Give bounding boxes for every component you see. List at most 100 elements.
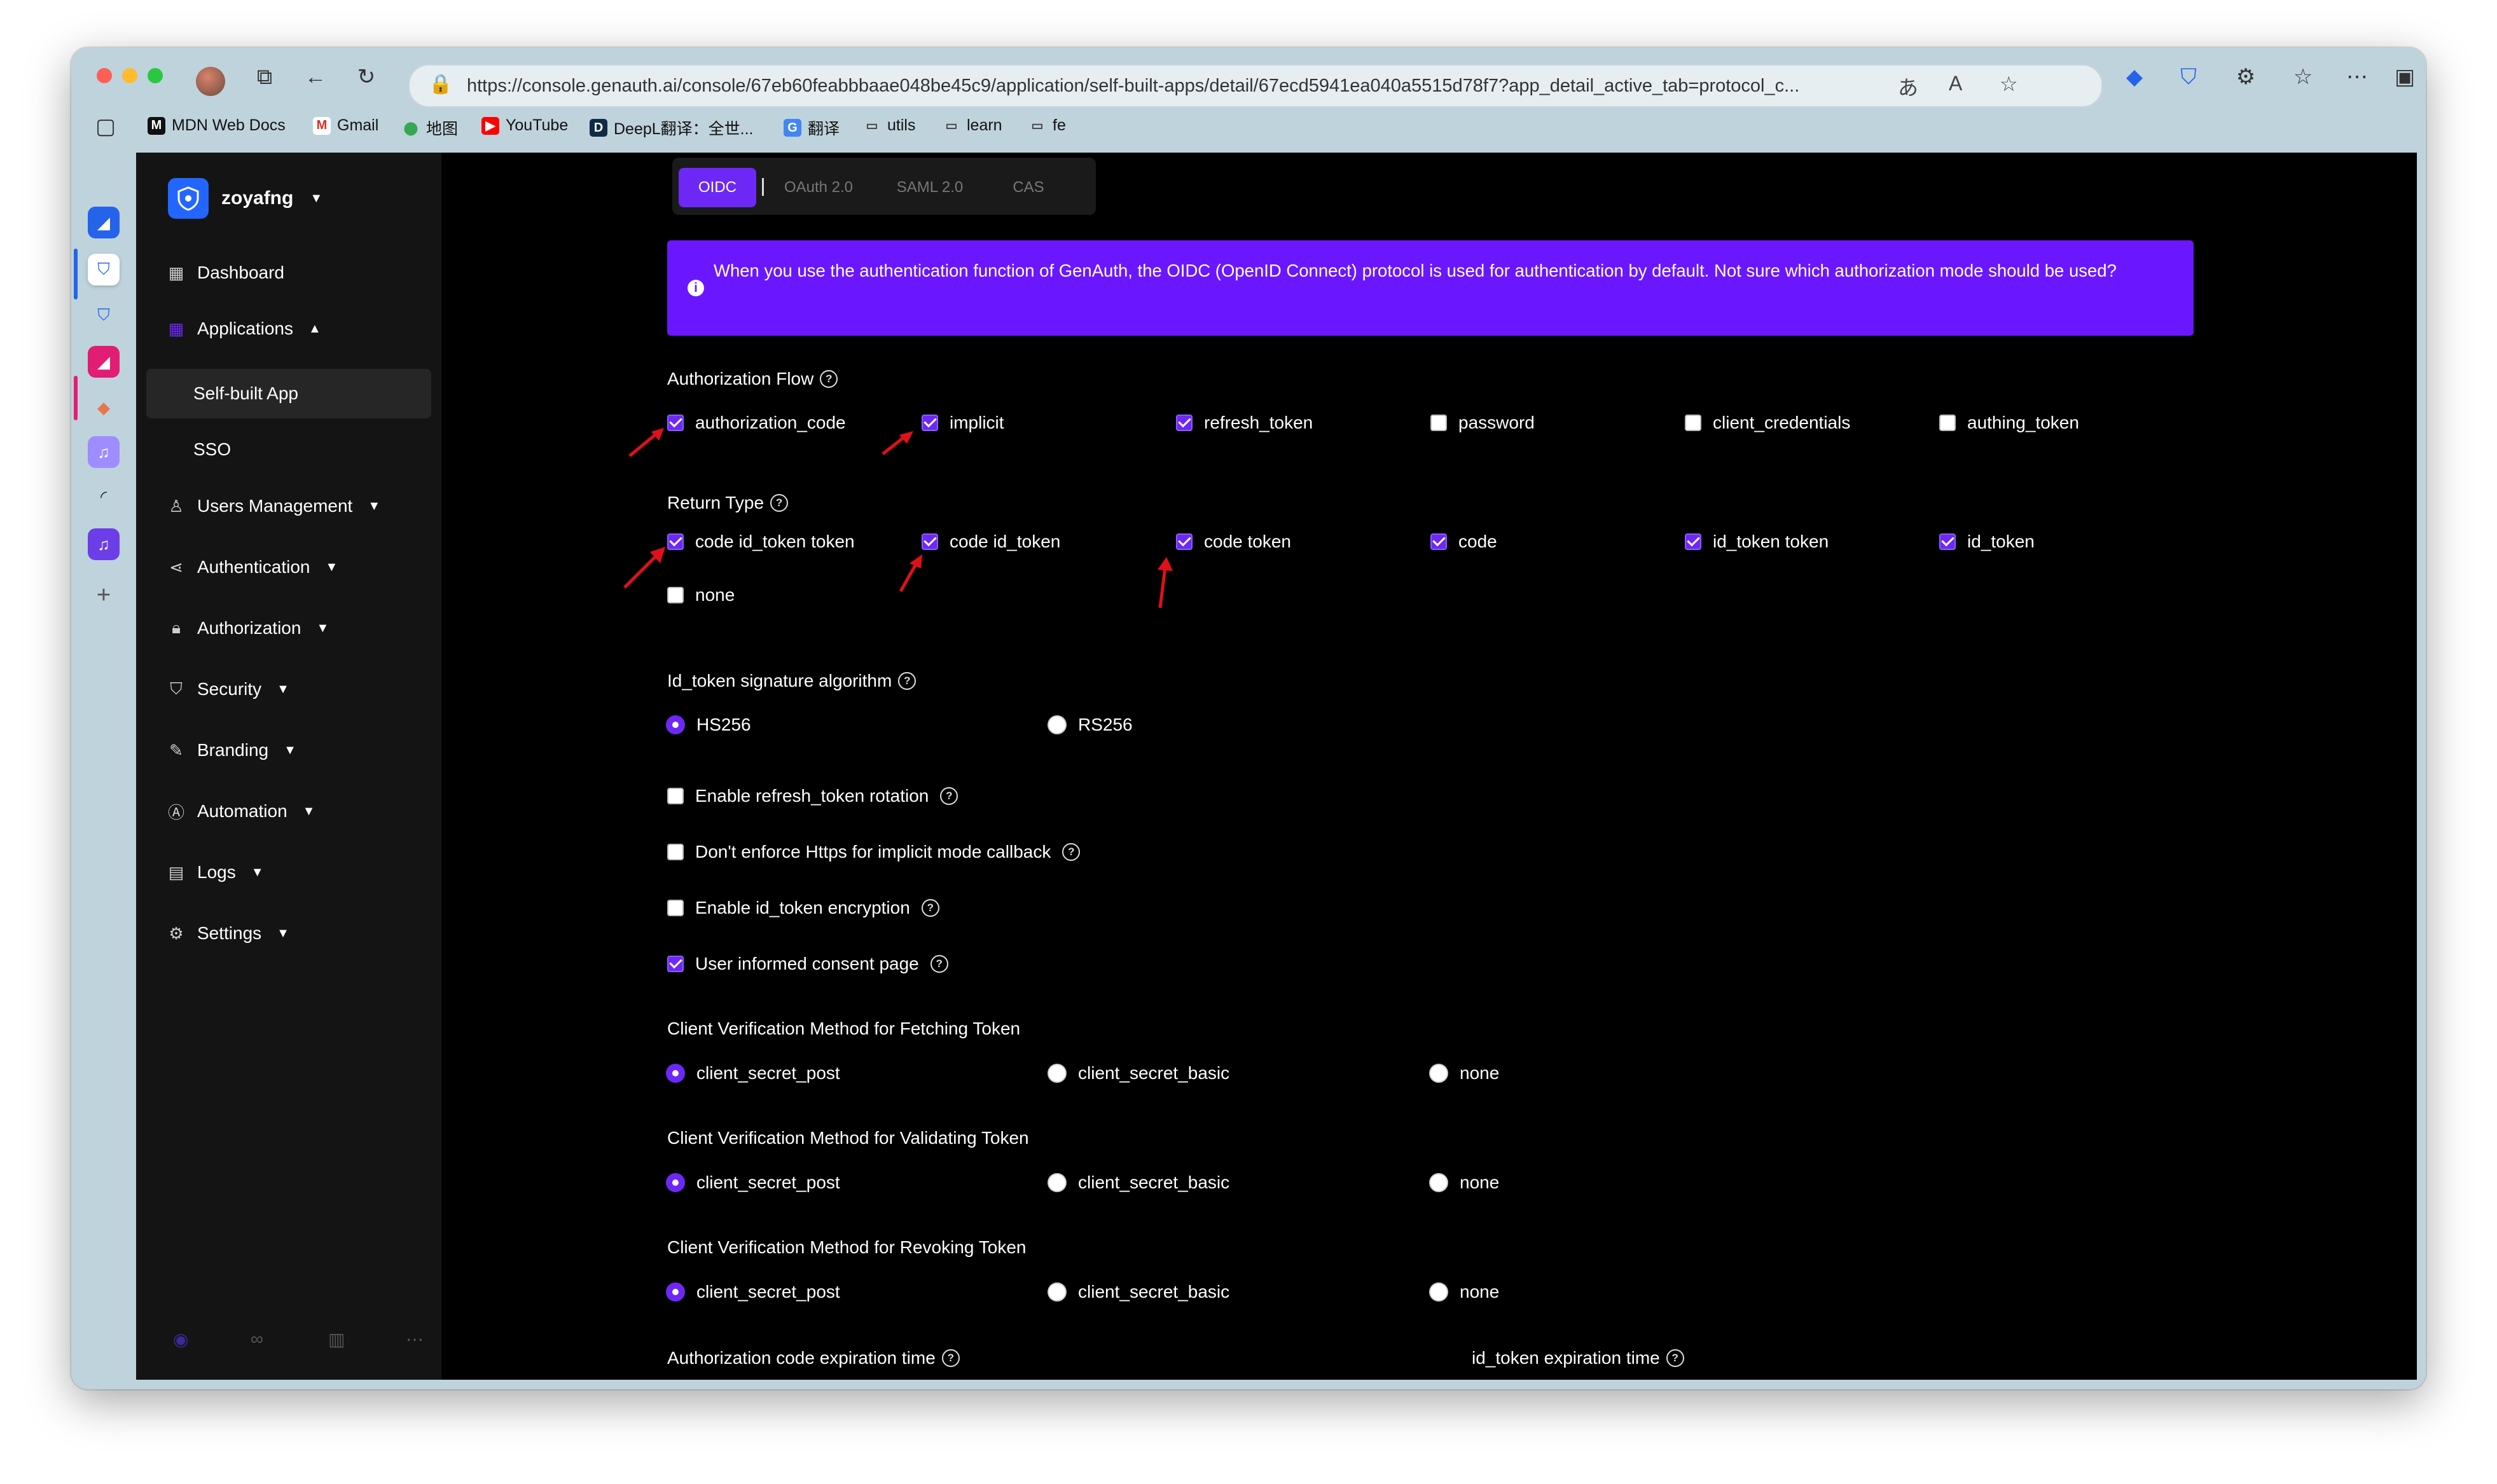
- consent-page-checkbox[interactable]: User informed consent page?: [667, 954, 948, 974]
- translate-icon[interactable]: あ: [1898, 72, 1918, 101]
- nav-logs[interactable]: ▤ Logs ▼: [167, 862, 264, 883]
- refresh-token-rotation-checkbox[interactable]: Enable refresh_token rotation?: [667, 786, 958, 806]
- profile-avatar[interactable]: [196, 67, 225, 96]
- revoke-none[interactable]: none: [1429, 1282, 1499, 1302]
- nav-authorization[interactable]: 🔒︎ Authorization ▼: [167, 618, 329, 638]
- back-icon[interactable]: ←: [300, 62, 331, 92]
- checkbox[interactable]: [1939, 415, 1956, 431]
- nav-branding[interactable]: ✎ Branding ▼: [167, 740, 296, 760]
- bookmark-deepl[interactable]: D DeepL翻译：全世...: [590, 116, 754, 139]
- help-icon[interactable]: ?: [930, 955, 948, 973]
- new-tab-plus-icon[interactable]: +: [88, 579, 120, 611]
- bookmark-translate[interactable]: G 翻译: [784, 116, 840, 139]
- checkbox[interactable]: [667, 844, 684, 860]
- radio[interactable]: [1048, 1173, 1067, 1192]
- fetch-client-secret-basic[interactable]: client_secret_basic: [1048, 1063, 1229, 1083]
- return-code-token[interactable]: code token: [1176, 532, 1291, 552]
- fetch-none[interactable]: none: [1429, 1063, 1499, 1083]
- tab-saml2[interactable]: SAML 2.0: [876, 168, 984, 207]
- nav-dashboard[interactable]: ▦ Dashboard: [167, 263, 284, 283]
- help-icon[interactable]: ?: [770, 494, 789, 512]
- checkbox[interactable]: [1430, 533, 1447, 550]
- help-icon[interactable]: ?: [921, 899, 939, 917]
- nav-sso[interactable]: SSO: [146, 425, 431, 474]
- tab-oidc[interactable]: OIDC: [679, 168, 756, 207]
- validate-none[interactable]: none: [1429, 1172, 1499, 1193]
- id-token-encryption-checkbox[interactable]: Enable id_token encryption?: [667, 898, 939, 918]
- help-icon[interactable]: ?: [820, 370, 838, 388]
- return-id-token[interactable]: id_token: [1939, 532, 2035, 552]
- radio[interactable]: [666, 715, 685, 734]
- flow-refresh-token[interactable]: refresh_token: [1176, 413, 1313, 433]
- radio[interactable]: [1048, 715, 1067, 734]
- extensions-puzzle-icon[interactable]: ⚙: [2231, 62, 2261, 92]
- radio[interactable]: [1429, 1064, 1448, 1083]
- help-icon[interactable]: ?: [940, 787, 958, 805]
- reload-icon[interactable]: ↻: [351, 62, 382, 92]
- help-icon[interactable]: ?: [941, 1349, 960, 1367]
- favorites-icon[interactable]: ☆: [2288, 62, 2318, 92]
- nav-applications[interactable]: ▦ Applications ▲: [167, 319, 321, 339]
- sidebar-toggle-icon[interactable]: ▣: [2390, 62, 2420, 92]
- loading-icon[interactable]: ◜: [88, 481, 120, 512]
- vertical-tab-genauth-active[interactable]: ⛉: [88, 254, 120, 285]
- address-bar[interactable]: 🔒 https://console.genauth.ai/console/67e…: [408, 64, 2103, 107]
- help-icon[interactable]: ?: [898, 672, 916, 690]
- minimize-window-button[interactable]: [122, 68, 137, 83]
- checkbox[interactable]: [1176, 415, 1193, 431]
- checkbox[interactable]: [1176, 533, 1193, 550]
- checkbox[interactable]: [1430, 415, 1447, 431]
- flow-client-credentials[interactable]: client_credentials: [1685, 413, 1850, 433]
- bookmark-folder-fe[interactable]: ▭ fe: [1028, 116, 1066, 135]
- checkbox[interactable]: [1939, 533, 1956, 550]
- tabs-icon[interactable]: ⧉: [249, 62, 280, 92]
- fetch-client-secret-post[interactable]: client_secret_post: [666, 1063, 840, 1083]
- radio[interactable]: [666, 1173, 685, 1192]
- return-code-id-token[interactable]: code id_token: [922, 532, 1060, 552]
- radio[interactable]: [1429, 1282, 1448, 1302]
- implicit-https-checkbox[interactable]: Don't enforce Https for implicit mode ca…: [667, 842, 1081, 862]
- vertical-tab-1[interactable]: ◢: [88, 207, 120, 238]
- maximize-window-button[interactable]: [148, 68, 163, 83]
- org-switcher[interactable]: zoyafng ▼: [168, 178, 322, 219]
- more-icon[interactable]: ⋯: [406, 1329, 424, 1350]
- revoke-client-secret-basic[interactable]: client_secret_basic: [1048, 1282, 1229, 1302]
- checkbox[interactable]: [1685, 415, 1701, 431]
- bookmark-mdn[interactable]: M MDN Web Docs: [148, 116, 286, 135]
- flow-authorization-code[interactable]: authorization_code: [667, 413, 846, 433]
- help-icon[interactable]: ?: [1666, 1349, 1684, 1367]
- bookmark-youtube[interactable]: ▶ YouTube: [481, 116, 568, 135]
- tab-oauth2[interactable]: OAuth 2.0: [771, 168, 866, 207]
- flow-password[interactable]: password: [1430, 413, 1535, 433]
- music-icon[interactable]: ♫: [88, 436, 120, 468]
- return-code-id-token-token[interactable]: code id_token token: [667, 532, 855, 552]
- return-id-token-token[interactable]: id_token token: [1685, 532, 1829, 552]
- radio[interactable]: [666, 1282, 685, 1302]
- vertical-tab-genauth[interactable]: ⛉: [88, 299, 120, 331]
- nav-automation[interactable]: Ⓐ Automation ▼: [167, 801, 315, 822]
- checkbox[interactable]: [922, 533, 938, 550]
- music-app-icon[interactable]: ♫: [88, 528, 120, 560]
- signature-rs256[interactable]: RS256: [1048, 715, 1133, 735]
- genauth-extension-icon[interactable]: ⛉: [2173, 62, 2204, 92]
- bookmark-maps[interactable]: ⬤ 地图: [402, 116, 458, 139]
- radio[interactable]: [1048, 1064, 1067, 1083]
- checkbox[interactable]: [1685, 533, 1701, 550]
- bookmark-folder-utils[interactable]: ▭ utils: [863, 116, 916, 135]
- bookmark-gmail[interactable]: M Gmail: [313, 116, 378, 135]
- validate-client-secret-post[interactable]: client_secret_post: [666, 1172, 840, 1193]
- gitlab-icon[interactable]: ◆: [88, 392, 120, 423]
- validate-client-secret-basic[interactable]: client_secret_basic: [1048, 1172, 1229, 1193]
- radio[interactable]: [666, 1064, 685, 1083]
- nav-settings[interactable]: ⚙ Settings ▼: [167, 923, 289, 944]
- checkbox[interactable]: [922, 415, 938, 431]
- nav-security[interactable]: ⛉ Security ▼: [167, 679, 289, 699]
- panel-icon[interactable]: ▥: [328, 1329, 345, 1350]
- read-aloud-icon[interactable]: A: [1949, 72, 1962, 95]
- assistant-icon[interactable]: ◉: [173, 1329, 188, 1350]
- close-window-button[interactable]: [97, 68, 112, 83]
- checkbox[interactable]: [667, 900, 684, 916]
- favorite-star-icon[interactable]: ☆: [2000, 72, 2018, 96]
- link-icon[interactable]: ∞: [251, 1329, 263, 1349]
- bookmark-folder-learn[interactable]: ▭ learn: [943, 116, 1002, 135]
